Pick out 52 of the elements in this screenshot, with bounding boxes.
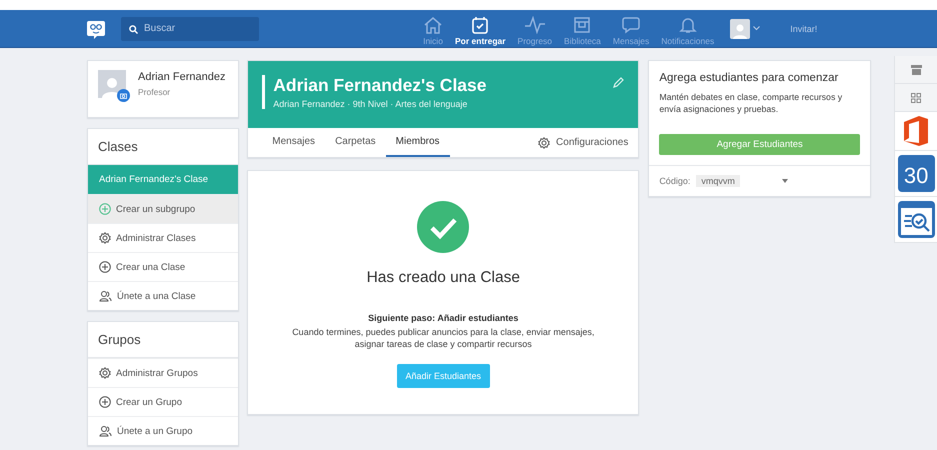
logo-icon[interactable] xyxy=(86,18,106,38)
panel-title: Grupos xyxy=(88,322,238,358)
check-circle-icon xyxy=(417,201,470,253)
apps-grid-icon[interactable] xyxy=(911,92,922,102)
sidebar-item[interactable]: Únete a una Clase xyxy=(88,281,238,310)
description-text: Cuando termines, puedes publicar anuncios para la clase, enviar mensajes, asignar tareas de clase y compartir recursos xyxy=(291,327,596,350)
sidebar-item[interactable]: Crear un subgrupo xyxy=(88,194,238,223)
class-title: Adrian Fernandez's Clase xyxy=(273,75,487,96)
library-icon xyxy=(573,16,592,34)
search-icon xyxy=(129,24,138,34)
card-text: Mantén debates en clase, comparte recursos y envía asignaciones y pruebas. xyxy=(659,92,844,116)
success-heading: Has creado una Clase xyxy=(366,269,520,287)
clipboard-check-icon xyxy=(471,16,490,34)
profile-role: Profesor xyxy=(138,87,172,97)
sidebar-item[interactable]: Administrar Clases xyxy=(88,223,238,252)
class-code: vmqvvm xyxy=(696,174,740,187)
home-icon xyxy=(423,16,443,34)
office-icon[interactable] xyxy=(904,116,928,146)
sidebar-item[interactable]: Crear un Grupo xyxy=(88,387,238,416)
chevron-down-icon[interactable] xyxy=(753,26,760,31)
invite-link[interactable]: Invitar! xyxy=(790,24,818,34)
pencil-icon[interactable] xyxy=(613,77,624,88)
dropdown-caret-icon[interactable] xyxy=(782,178,788,183)
avatar-icon[interactable] xyxy=(730,18,750,38)
next-step-text: Siguiente paso: Añadir estudiantes xyxy=(368,313,518,323)
quiz-icon[interactable] xyxy=(898,201,935,238)
class-subtitle: Adrian Fernandez · 9th Nivel · Artes del lenguaje xyxy=(273,99,468,109)
sidebar-item[interactable]: Administrar Grupos xyxy=(88,358,238,387)
calendar-icon[interactable]: 30 xyxy=(898,155,935,192)
nav-tab[interactable]: Por entregar xyxy=(449,12,512,46)
gear-icon xyxy=(99,232,111,244)
search-field[interactable]: Buscar xyxy=(121,16,259,40)
people-icon xyxy=(99,425,112,437)
class-tab[interactable]: Mensajes xyxy=(262,128,326,157)
sidebar-item[interactable]: Únete a un Grupo xyxy=(88,416,238,445)
card-title: Agrega estudiantes para comenzar xyxy=(659,72,840,84)
plus-circle-icon xyxy=(99,203,111,215)
code-label: Código: xyxy=(659,176,690,186)
plus-circle-icon xyxy=(99,396,111,408)
gear-icon xyxy=(99,367,111,379)
chat-bubble-icon xyxy=(622,16,640,34)
bell-icon xyxy=(678,16,697,34)
store-icon[interactable] xyxy=(910,64,922,74)
settings-icon xyxy=(538,136,550,148)
class-tab[interactable]: Miembros xyxy=(386,128,450,157)
class-tab[interactable]: Carpetas xyxy=(325,128,386,157)
plus-circle-icon xyxy=(99,261,111,273)
sidebar-item[interactable]: Crear una Clase xyxy=(88,252,238,281)
profile-name: Adrian Fernandez xyxy=(138,71,226,83)
pulse-icon xyxy=(524,16,546,34)
settings-button[interactable]: Configuraciones xyxy=(532,128,638,157)
people-icon xyxy=(99,290,112,302)
